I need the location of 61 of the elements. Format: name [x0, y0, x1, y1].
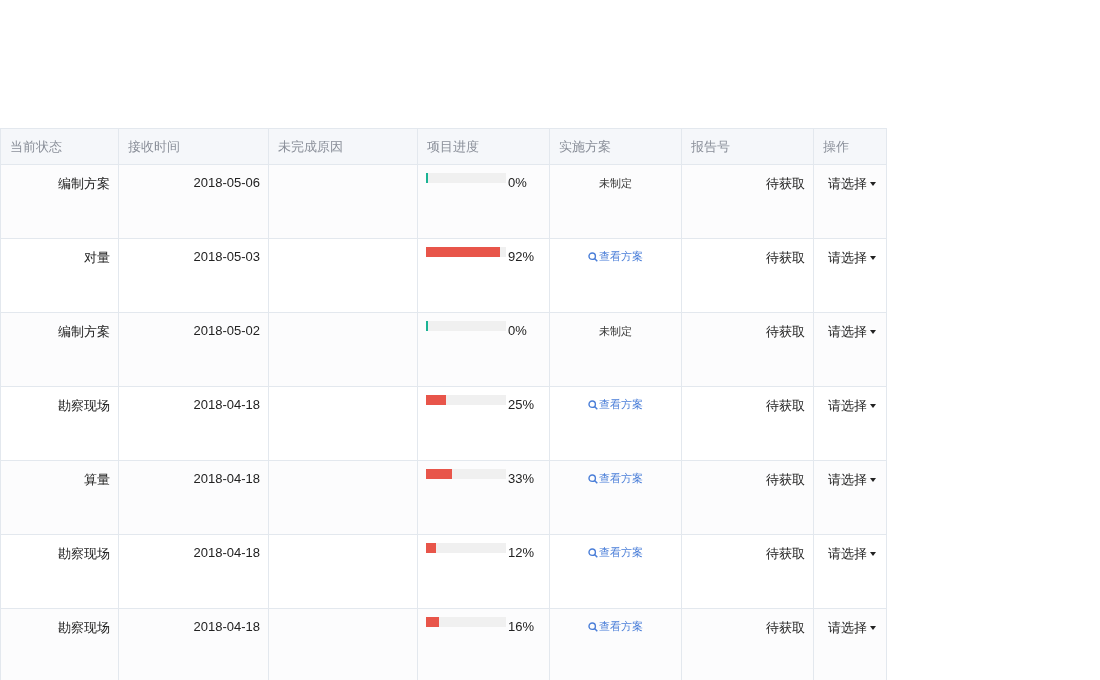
- select-dropdown[interactable]: 请选择: [828, 619, 876, 637]
- table-cell: 对量: [0, 238, 119, 313]
- plan-status: 未制定: [599, 177, 632, 189]
- table-cell: 待获取: [681, 386, 814, 461]
- table-cell: 待获取: [681, 534, 814, 609]
- caret-icon: [870, 552, 876, 556]
- search-icon: [588, 473, 598, 484]
- table-cell: 算量: [0, 460, 119, 535]
- select-dropdown[interactable]: 请选择: [828, 545, 876, 563]
- select-dropdown[interactable]: 请选择: [828, 323, 876, 341]
- view-plan-link[interactable]: 查看方案: [588, 545, 643, 560]
- search-icon: [588, 399, 598, 410]
- caret-icon: [870, 256, 876, 260]
- table-cell: 勘察现场: [0, 386, 119, 461]
- table-cell: 待获取: [681, 312, 814, 387]
- select-dropdown[interactable]: 请选择: [828, 175, 876, 193]
- column-header: 操作: [813, 128, 887, 165]
- table-cell: 2018-04-18: [118, 534, 269, 609]
- column-header: 接收时间: [118, 128, 269, 165]
- column-header: 实施方案: [549, 128, 682, 165]
- search-icon: [588, 547, 598, 558]
- plan-status: 未制定: [599, 325, 632, 337]
- table-cell: 2018-04-18: [118, 608, 269, 680]
- table-cell: 2018-05-06: [118, 164, 269, 239]
- progress-percent: 0%: [508, 323, 527, 338]
- table-cell: 勘察现场: [0, 608, 119, 680]
- table-cell: 2018-04-18: [118, 386, 269, 461]
- view-plan-link[interactable]: 查看方案: [588, 471, 643, 486]
- column-header: 当前状态: [0, 128, 119, 165]
- column-header: 未完成原因: [268, 128, 418, 165]
- view-plan-link[interactable]: 查看方案: [588, 397, 643, 412]
- table-cell: 编制方案: [0, 164, 119, 239]
- table-cell: 待获取: [681, 238, 814, 313]
- table-cell: 待获取: [681, 164, 814, 239]
- table-cell: 编制方案: [0, 312, 119, 387]
- progress-percent: 12%: [508, 545, 535, 560]
- progress-percent: 33%: [508, 471, 535, 486]
- select-dropdown[interactable]: 请选择: [828, 249, 876, 267]
- table-cell: 2018-05-02: [118, 312, 269, 387]
- column-header: 项目进度: [417, 128, 550, 165]
- select-dropdown[interactable]: 请选择: [828, 471, 876, 489]
- caret-icon: [870, 330, 876, 334]
- progress-percent: 0%: [508, 175, 527, 190]
- caret-icon: [870, 182, 876, 186]
- caret-icon: [870, 626, 876, 630]
- table-cell: 2018-05-03: [118, 238, 269, 313]
- caret-icon: [870, 404, 876, 408]
- view-plan-link[interactable]: 查看方案: [588, 619, 643, 634]
- search-icon: [588, 251, 598, 262]
- table-cell: 勘察现场: [0, 534, 119, 609]
- table-cell: 待获取: [681, 608, 814, 680]
- progress-percent: 92%: [508, 249, 535, 264]
- table-cell: 2018-04-18: [118, 460, 269, 535]
- select-dropdown[interactable]: 请选择: [828, 397, 876, 415]
- view-plan-link[interactable]: 查看方案: [588, 249, 643, 264]
- progress-percent: 25%: [508, 397, 535, 412]
- column-header: 报告号: [681, 128, 814, 165]
- caret-icon: [870, 478, 876, 482]
- search-icon: [588, 621, 598, 632]
- table-cell: 待获取: [681, 460, 814, 535]
- progress-percent: 16%: [508, 619, 535, 634]
